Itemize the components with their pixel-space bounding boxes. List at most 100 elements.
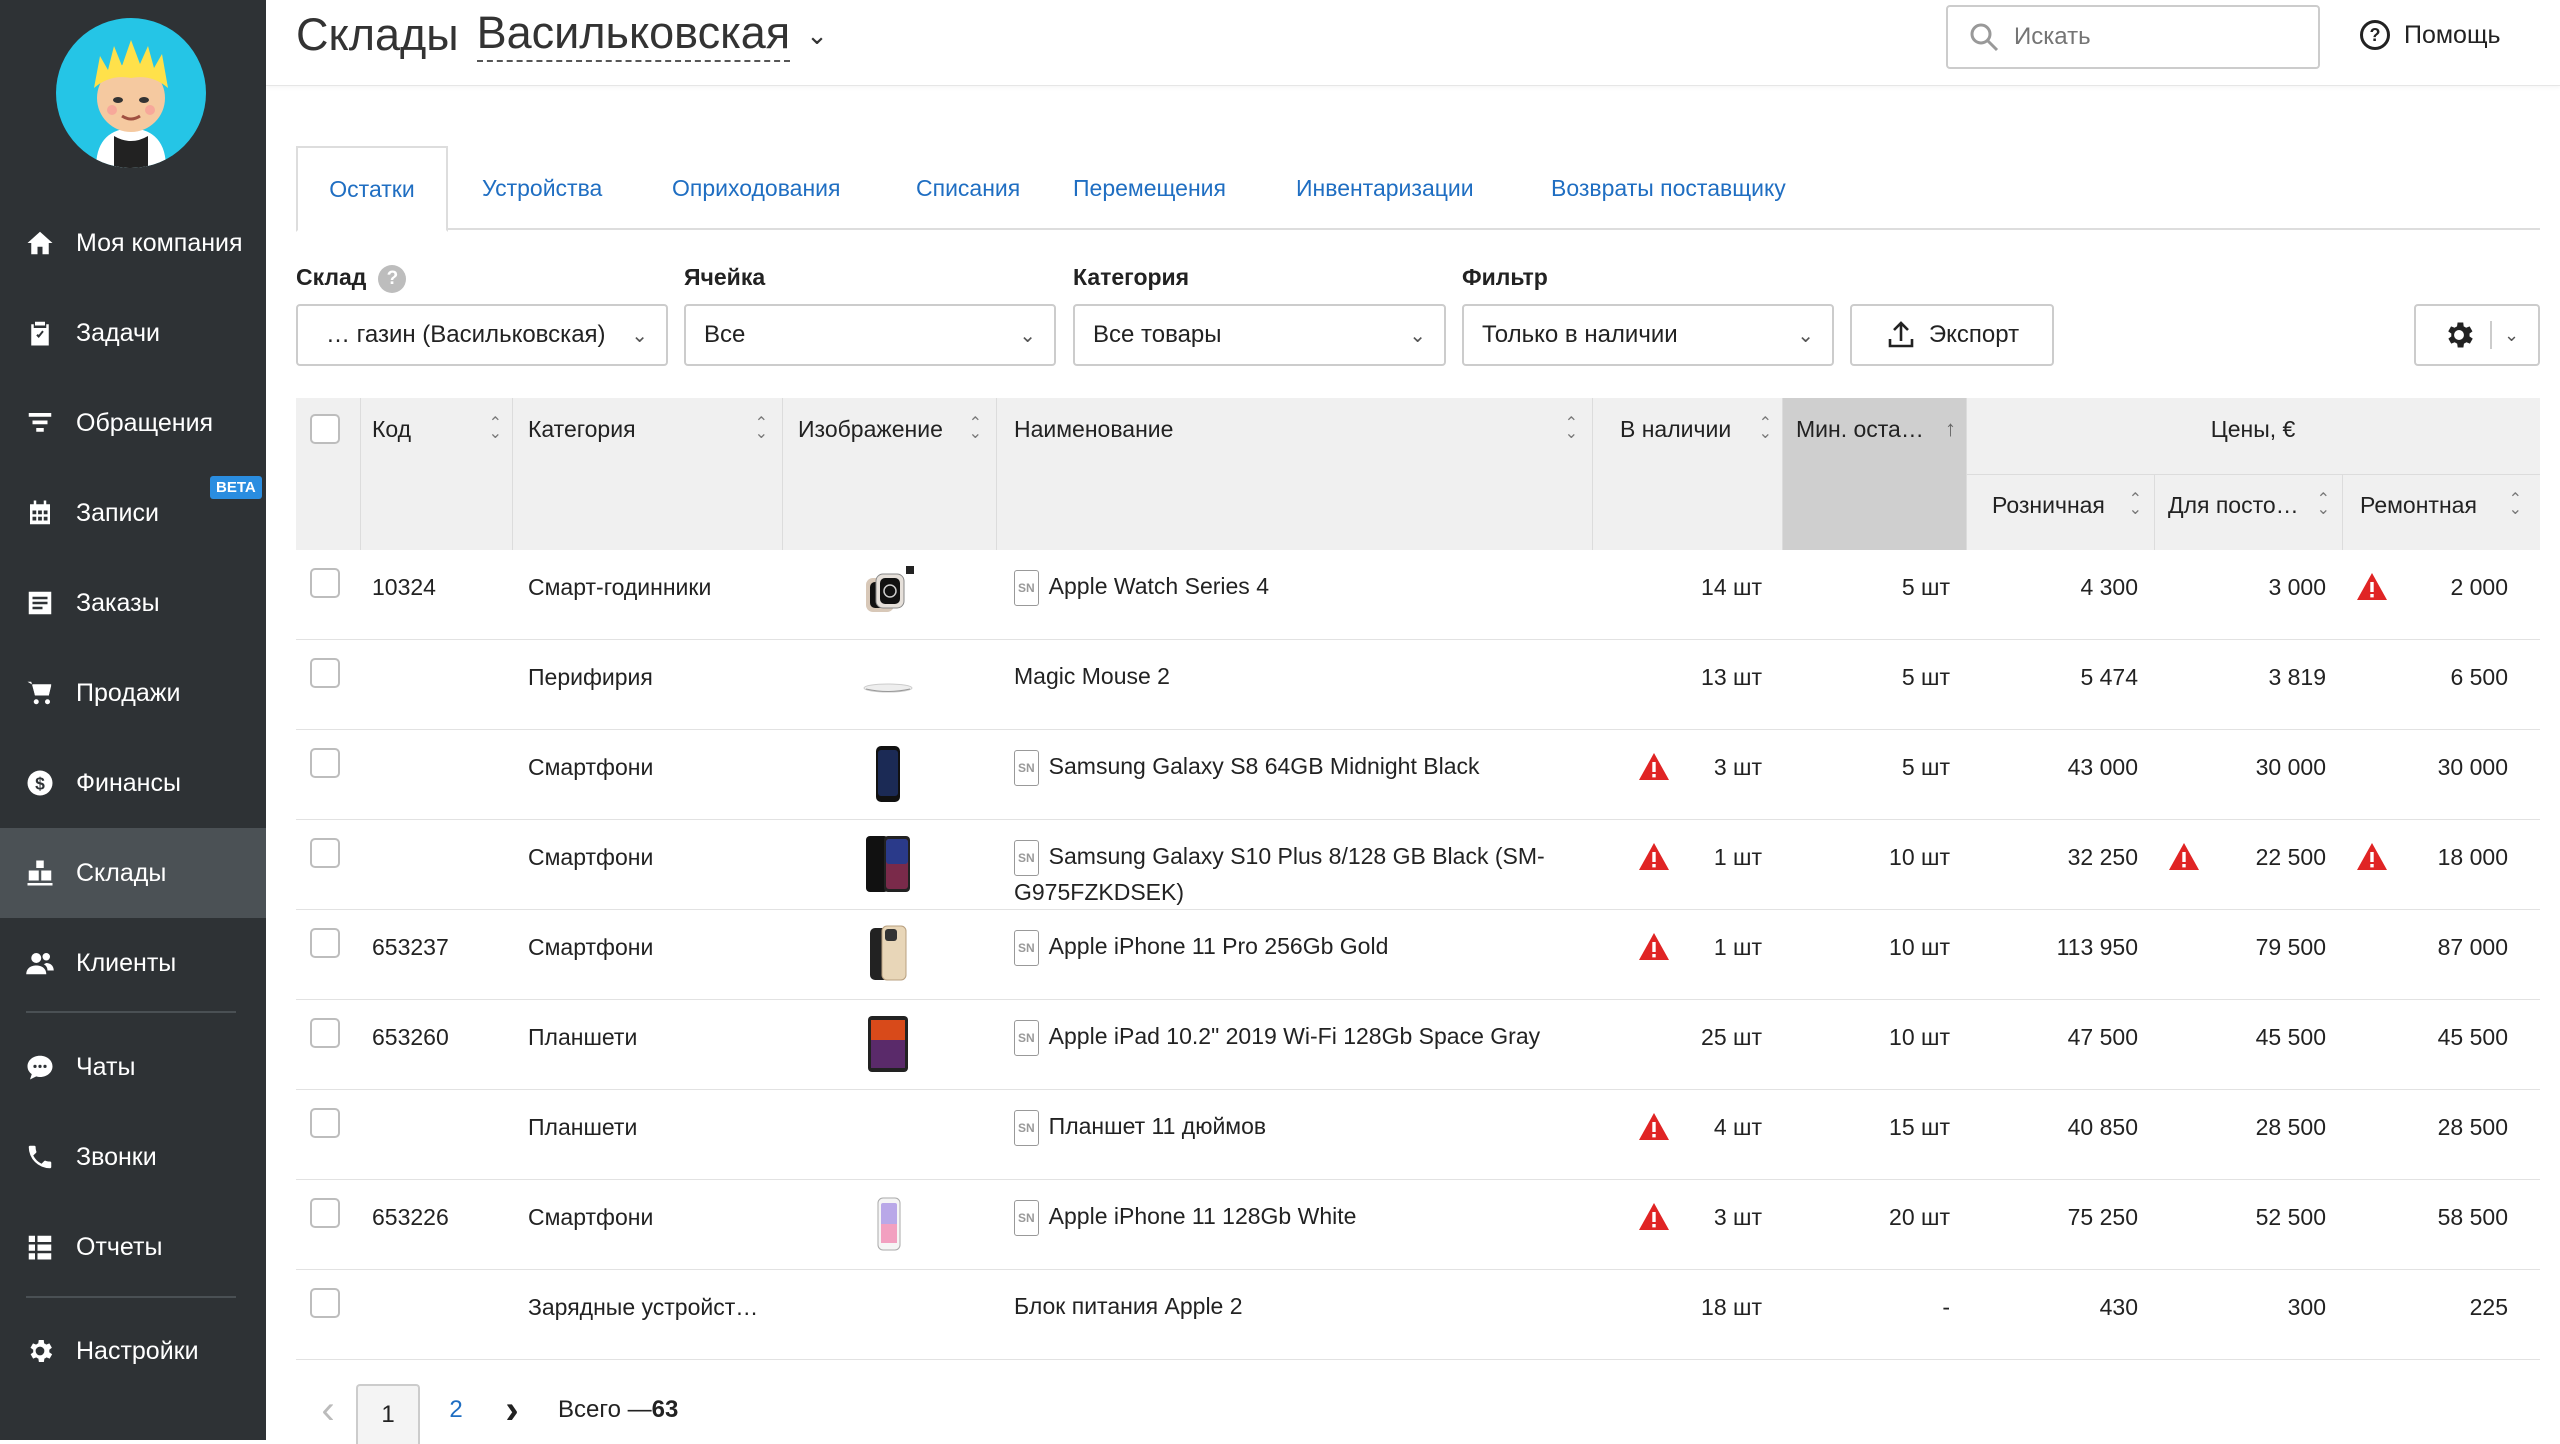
sidebar-item-2[interactable]: Обращения [0,378,266,468]
export-button[interactable]: Экспорт [1850,304,2054,366]
table-row[interactable]: 653237 Смартфони SN Apple iPhone 11 Pro 256… [296,910,2540,1000]
cell-name[interactable]: SN Apple iPhone 11 128Gb White [1014,1200,1574,1236]
cell-select[interactable]: Все ⌄ [684,304,1056,366]
cell-name[interactable]: SN Samsung Galaxy S10 Plus 8/128 GB Black… [1014,840,1574,908]
select-all-checkbox[interactable] [310,414,340,444]
cell-category: Планшети [528,1024,638,1050]
cell-name[interactable]: SN Планшет 11 дюймов [1014,1110,1574,1146]
low-stock-warning-icon [1638,1202,1670,1232]
tab-supplier-returns[interactable]: Возвраты поставщику [1521,146,1816,230]
table-settings-button[interactable]: ⌄ [2414,304,2540,366]
cell-regular-price: 79 500 [2255,934,2326,960]
row-checkbox[interactable] [310,1108,340,1138]
sidebar-item-9[interactable]: Чаты [0,1022,266,1112]
col-stock[interactable]: В наличии ⌃ ⌄ [1620,414,1772,444]
row-checkbox[interactable] [310,838,340,868]
col-regular[interactable]: Для посто… ⌃ ⌄ [2168,490,2330,520]
serial-number-icon: SN [1014,1200,1039,1236]
stock-filter-select[interactable]: Только в наличии ⌄ [1462,304,1834,366]
cell-name[interactable]: SN Apple Watch Series 4 [1014,570,1574,606]
sidebar-item-4[interactable]: Заказы [0,558,266,648]
sidebar-item-1[interactable]: Задачи [0,288,266,378]
col-divider [996,398,997,550]
tab-receipts[interactable]: Оприходования [642,146,870,230]
search-input[interactable] [2014,23,2294,51]
prev-page-icon[interactable]: ‹ [308,1384,348,1436]
sidebar-item-7[interactable]: Склады [0,828,266,918]
row-checkbox[interactable] [310,928,340,958]
col-repair[interactable]: Ремонтная ⌃ ⌄ [2360,490,2522,520]
col-category[interactable]: Категория ⌃ ⌄ [528,414,768,444]
top-header: Склады Васильковская ⌄ ? Помощь [266,0,2560,86]
search-box[interactable] [1946,5,2320,69]
tab-transfers[interactable]: Перемещения [1043,146,1256,230]
sidebar-item-0[interactable]: Моя компания [0,198,266,288]
cell-name[interactable]: Блок питания Apple 2 [1014,1290,1574,1322]
row-checkbox[interactable] [310,568,340,598]
cell-regular-price: 3 000 [2268,574,2326,600]
table-row[interactable]: 653226 Смартфони SN Apple iPhone 11 128Gb W… [296,1180,2540,1270]
table-row[interactable]: Зарядные устройст… Блок питания Apple 2 18… [296,1270,2540,1360]
warehouse-filter-label: Склад? [296,264,407,293]
product-thumbnail[interactable] [860,564,916,624]
row-checkbox[interactable] [310,1198,340,1228]
cell-min-stock: 10 шт [1889,934,1950,960]
cell-name[interactable]: SN Apple iPad 10.2" 2019 Wi-Fi 128Gb Spac… [1014,1020,1574,1056]
tab-stock[interactable]: Остатки [296,146,448,232]
col-stock-label: В наличии [1620,415,1732,442]
sidebar-item-8[interactable]: Клиенты [0,918,266,1008]
user-avatar[interactable] [56,18,206,168]
product-thumbnail[interactable] [860,1014,916,1074]
product-thumbnail[interactable] [860,1194,916,1254]
category-select[interactable]: Все товары ⌄ [1073,304,1446,366]
serial-number-icon: SN [1014,1110,1039,1146]
cell-regular-price: 30 000 [2255,754,2326,780]
sidebar-item-6[interactable]: $ Финансы [0,738,266,828]
product-thumbnail[interactable] [860,654,916,714]
product-name: Apple Watch Series 4 [1048,573,1269,600]
cell-retail-price: 47 500 [2067,1024,2138,1050]
next-page-icon[interactable]: › [492,1384,532,1436]
row-checkbox[interactable] [310,1018,340,1048]
orders-icon [24,587,56,619]
table-row[interactable]: Планшети SN Планшет 11 дюймов 4 шт 15 шт 40 8… [296,1090,2540,1180]
cell-name[interactable]: SN Apple iPhone 11 Pro 256Gb Gold [1014,930,1574,966]
col-image-label: Изображение [798,415,943,442]
tab-inventory[interactable]: Инвентаризации [1266,146,1504,230]
sidebar-item-10[interactable]: Звонки [0,1112,266,1202]
sidebar-item-5[interactable]: Продажи [0,648,266,738]
product-thumbnail[interactable] [860,924,916,984]
location-selector[interactable]: Васильковская [476,8,791,62]
row-checkbox[interactable] [310,1288,340,1318]
row-checkbox[interactable] [310,748,340,778]
table-row[interactable]: Смартфони SN Samsung Galaxy S8 64GB Midnig… [296,730,2540,820]
product-thumbnail[interactable] [860,834,916,894]
page-1-button[interactable]: 1 [356,1384,420,1444]
row-checkbox[interactable] [310,658,340,688]
pagination: ‹ 1 2 › Всего — 63 [296,1380,896,1444]
table-row[interactable]: 653260 Планшети SN Apple iPad 10.2" 2019 Wi… [296,1000,2540,1090]
col-min-stock[interactable]: Мин. оста… ↑ [1796,414,1956,444]
warehouse-select[interactable]: … газин (Васильковская) ⌄ [296,304,668,366]
col-name[interactable]: Наименование ⌃ ⌄ [1014,414,1578,444]
cell-retail-price: 75 250 [2067,1204,2138,1230]
col-retail[interactable]: Розничная ⌃ ⌄ [1992,490,2142,520]
table-row[interactable]: 10324 Смарт-годинники SN Apple Watch Series… [296,550,2540,640]
table-row[interactable]: Смартфони SN Samsung Galaxy S10 Plus 8/128… [296,820,2540,910]
tab-writeoffs[interactable]: Списания [886,146,1050,230]
tab-devices[interactable]: Устройства [452,146,632,230]
sidebar-item-12[interactable]: Настройки [0,1306,266,1396]
sidebar-item-11[interactable]: Отчеты [0,1202,266,1292]
page-2-button[interactable]: 2 [436,1384,476,1436]
cell-regular-price: 28 500 [2255,1114,2326,1140]
chevron-down-icon[interactable]: ⌄ [2504,325,2519,346]
help-hint-icon[interactable]: ? [378,264,407,293]
help-button[interactable]: ? Помощь [2360,20,2501,50]
cell-name[interactable]: Magic Mouse 2 [1014,660,1574,692]
cell-name[interactable]: SN Samsung Galaxy S8 64GB Midnight Black [1014,750,1574,786]
col-image[interactable]: Изображение ⌃ ⌄ [798,414,982,444]
table-row[interactable]: Перифирия Magic Mouse 2 13 шт 5 шт 5 474 3 81… [296,640,2540,730]
chevron-down-icon[interactable]: ⌄ [806,20,828,51]
col-code[interactable]: Код ⌃ ⌄ [372,414,502,444]
product-thumbnail[interactable] [860,744,916,804]
